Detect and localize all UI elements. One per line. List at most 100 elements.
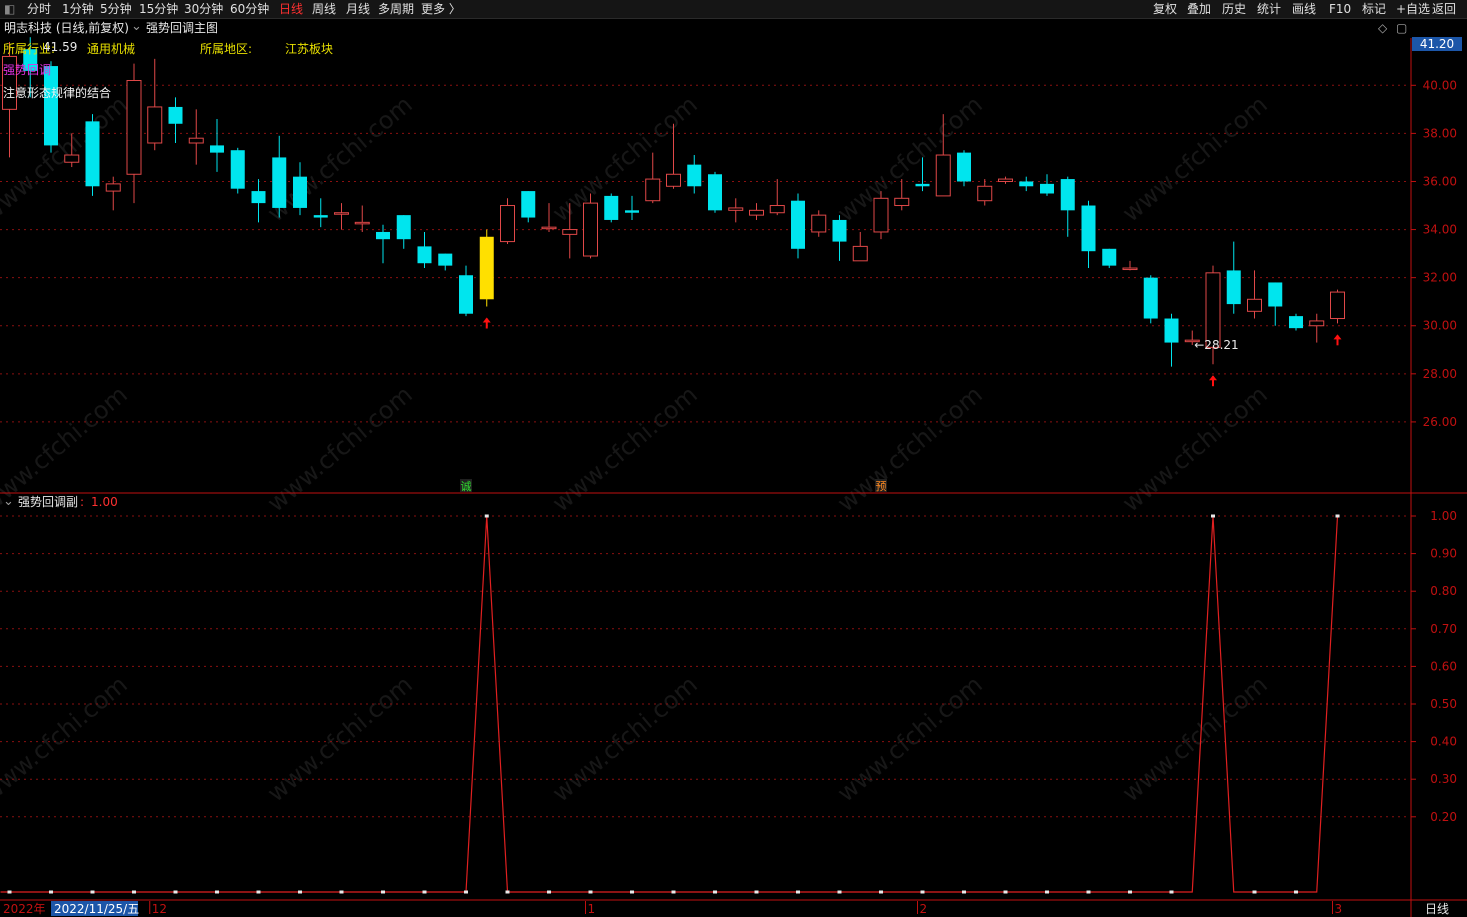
note-text: 注意形态规律的结合	[3, 86, 112, 100]
sub-point-marker	[132, 890, 136, 894]
candle-body	[376, 231, 390, 240]
sub-point-marker	[90, 890, 95, 894]
sub-point-marker	[1169, 890, 1174, 894]
arrow-head	[1209, 375, 1217, 381]
candle	[168, 97, 183, 144]
sub-point-marker	[1045, 890, 1049, 894]
candle-body	[334, 212, 349, 215]
kline-chart[interactable]: www.cfchi.com www.cfchi.com www.cfchi.com w…	[0, 0, 1467, 917]
candle	[832, 215, 847, 261]
arrow-head	[482, 317, 491, 323]
candle-body	[417, 246, 432, 264]
candle-body	[769, 205, 785, 214]
candle-body	[562, 229, 578, 235]
candle-body	[1226, 270, 1241, 305]
sub-point-marker	[215, 890, 219, 894]
sub-point-marker	[671, 890, 676, 894]
candle-body	[438, 253, 453, 266]
candle-body	[957, 152, 971, 182]
candle-body	[894, 197, 910, 207]
sub-point-marker	[713, 890, 717, 894]
sub-point-marker	[1003, 890, 1008, 894]
candle	[957, 150, 971, 187]
sub-tick-label: 1.00	[1430, 509, 1457, 523]
candle-body	[687, 164, 702, 187]
candle-body	[44, 66, 58, 146]
candle-body	[998, 178, 1013, 182]
year-label: 2022年	[3, 902, 46, 916]
candle	[1122, 260, 1138, 271]
sub-panel-title[interactable]: 强势回调副	[18, 495, 78, 509]
buy-arrow-icon	[482, 317, 491, 329]
sub-tick-label: 0.30	[1430, 772, 1457, 786]
candle-body	[604, 195, 619, 220]
candle	[1143, 275, 1158, 324]
sub-point-marker	[339, 890, 344, 894]
watermark-text: www.cfchi.com	[1117, 670, 1273, 807]
sub-point-marker	[962, 890, 966, 894]
candle-body	[811, 214, 827, 233]
candle-body	[293, 176, 307, 208]
candle-body	[1040, 183, 1054, 194]
sub-point-marker	[1252, 890, 1257, 894]
candle	[500, 198, 515, 244]
sub-dropdown-icon[interactable]: ⌄	[3, 495, 14, 509]
current-price-label: 41.20	[1420, 37, 1454, 51]
sub-tick-label: 0.60	[1430, 659, 1457, 673]
date-axis-bg	[0, 901, 1410, 917]
overlay-value: 41.59	[43, 40, 78, 54]
sub-panel-colon: :	[80, 495, 85, 509]
candle	[438, 253, 453, 271]
candle	[1164, 313, 1179, 367]
candle	[1040, 174, 1054, 196]
candle-body	[873, 197, 889, 233]
candle-body	[541, 226, 557, 230]
sub-tick-label: 0.70	[1430, 622, 1457, 636]
candle-body	[500, 205, 515, 243]
candle	[998, 176, 1013, 184]
candle	[583, 193, 598, 259]
candle-body	[791, 200, 805, 249]
candle	[1309, 313, 1325, 343]
candle-body	[728, 207, 744, 211]
sub-point-marker	[547, 890, 551, 894]
candle-body	[1081, 205, 1096, 252]
price-tick-label: 30.00	[1423, 319, 1457, 333]
candle	[1226, 241, 1241, 314]
candle	[1268, 282, 1283, 326]
sub-point-marker	[298, 890, 302, 894]
candle-body	[64, 154, 80, 163]
candle	[625, 195, 639, 220]
sub-point-marker	[484, 514, 489, 518]
candle	[1060, 176, 1075, 237]
month-label: 3	[1335, 902, 1343, 916]
watermark-text: www.cfchi.com	[547, 90, 703, 227]
candle-body	[313, 215, 328, 218]
month-label: 12	[152, 902, 167, 916]
sub-point-marker	[381, 890, 385, 894]
sub-point-marker	[505, 890, 510, 894]
candle	[417, 231, 432, 269]
candle-body	[354, 221, 370, 225]
candle-body	[852, 245, 868, 262]
candle-body	[188, 137, 204, 144]
watermark-text: www.cfchi.com	[832, 380, 988, 517]
sub-point-marker	[49, 890, 53, 894]
candle	[791, 193, 805, 259]
candle	[1019, 176, 1034, 192]
sub-tick-label: 0.50	[1430, 697, 1457, 711]
watermark-text: www.cfchi.com	[0, 670, 133, 807]
sub-point-marker	[588, 890, 593, 894]
signal-label: 诚	[461, 480, 472, 493]
month-label: 2	[920, 902, 928, 916]
price-tick-label: 32.00	[1423, 271, 1457, 285]
candle-body	[272, 157, 287, 208]
candle	[1102, 248, 1117, 269]
watermark-text: www.cfchi.com	[1117, 90, 1273, 227]
candle-body	[210, 145, 224, 153]
price-tick-label: 40.00	[1423, 78, 1457, 92]
candle	[749, 203, 764, 220]
candle	[977, 179, 993, 206]
sub-point-marker	[920, 890, 925, 894]
candle	[852, 231, 868, 262]
